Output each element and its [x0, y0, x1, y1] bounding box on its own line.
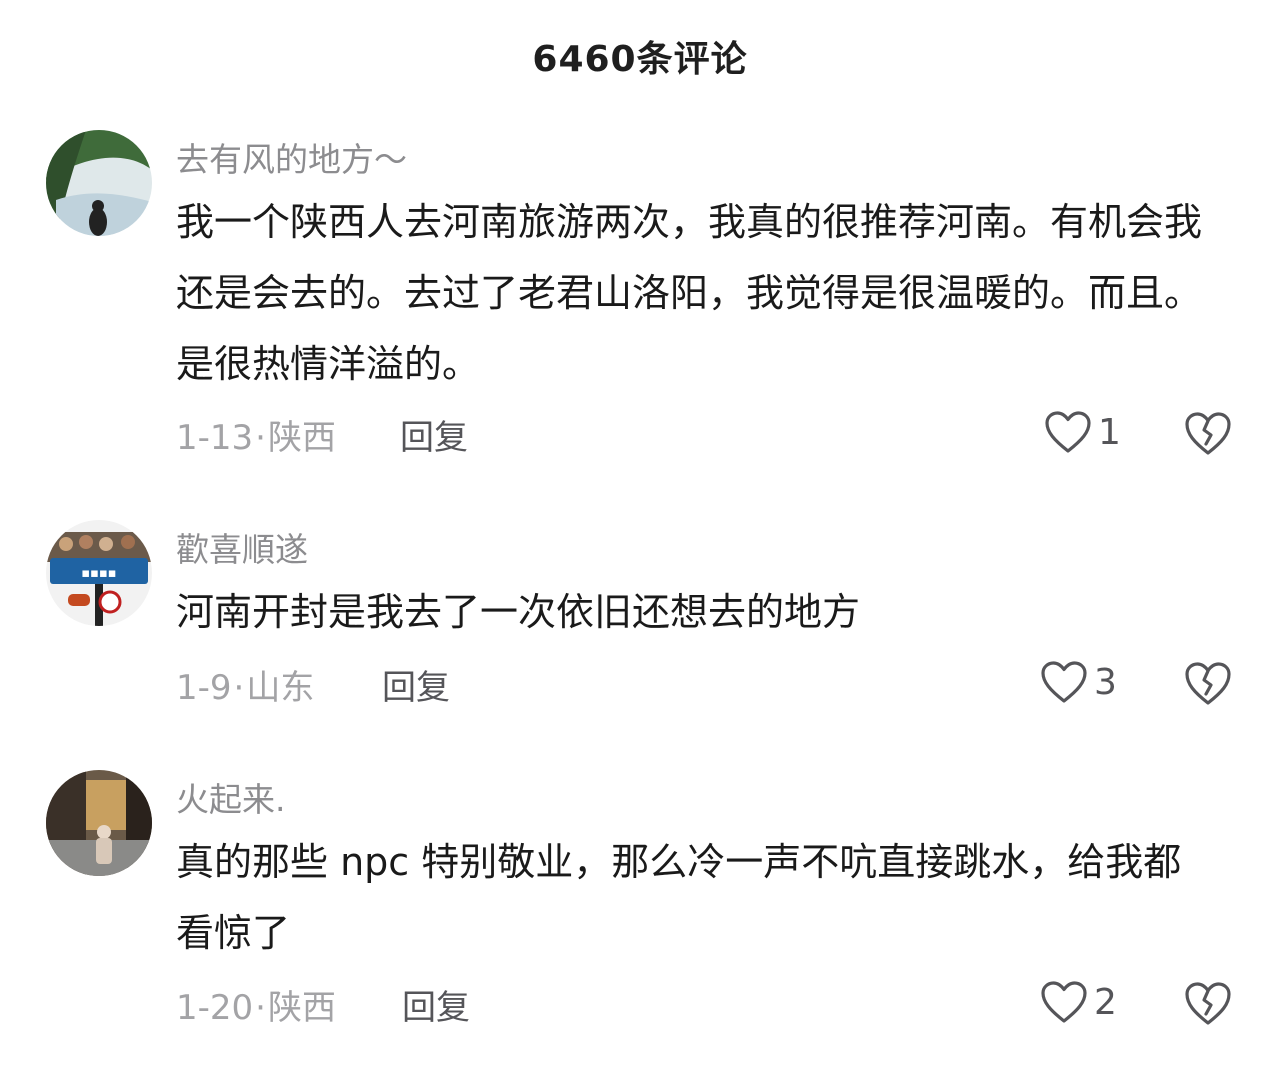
- comment-location: 陕西: [267, 418, 336, 458]
- dislike-button[interactable]: [1184, 660, 1232, 706]
- like-count: 2: [1094, 981, 1117, 1023]
- username[interactable]: 去有风的地方～: [176, 133, 407, 181]
- reply-button[interactable]: 回复: [382, 660, 450, 709]
- reply-button[interactable]: 回复: [400, 410, 468, 459]
- dislike-button[interactable]: [1184, 980, 1232, 1026]
- comment-date: 1-9: [176, 668, 232, 708]
- like-button[interactable]: 2: [1040, 980, 1117, 1024]
- comment-date: 1-20: [176, 988, 254, 1028]
- like-count: 1: [1098, 411, 1121, 453]
- heart-outline-icon: [1041, 981, 1087, 1023]
- svg-text:▪▪▪▪: ▪▪▪▪: [81, 566, 116, 581]
- broken-heart-icon: [1185, 982, 1231, 1025]
- broken-heart-icon: [1185, 662, 1231, 705]
- heart-outline-icon: [1041, 661, 1087, 703]
- comment-meta: 1-9·山东: [176, 668, 315, 708]
- like-button[interactable]: 3: [1040, 660, 1117, 704]
- like-button[interactable]: 1: [1044, 410, 1121, 454]
- comment-meta: 1-13·陕西: [176, 418, 336, 458]
- broken-heart-icon: [1185, 412, 1231, 455]
- avatar[interactable]: [46, 770, 152, 876]
- avatar[interactable]: [46, 130, 152, 236]
- comment-text: 我一个陕西人去河南旅游两次，我真的很推荐河南。有机会我还是会去的。去过了老君山洛…: [176, 200, 1203, 386]
- avatar[interactable]: ▪▪▪▪: [46, 520, 152, 626]
- comment-count-title: 6460条评论: [532, 39, 748, 80]
- reply-button[interactable]: 回复: [402, 980, 470, 1029]
- dislike-button[interactable]: [1184, 410, 1232, 456]
- username[interactable]: 火起来.: [176, 773, 286, 821]
- comment-text: 河南开封是我去了一次依旧还想去的地方: [176, 590, 861, 634]
- comment-location: 山东: [246, 668, 315, 708]
- comment-date: 1-13: [176, 418, 254, 458]
- comment-location: 陕西: [267, 988, 336, 1028]
- like-count: 3: [1094, 661, 1117, 703]
- heart-outline-icon: [1045, 411, 1091, 453]
- username[interactable]: 歡喜順遂: [176, 523, 308, 571]
- comment-text: 真的那些 npc 特别敬业，那么冷一声不吭直接跳水，给我都看惊了: [176, 840, 1182, 955]
- comment-meta: 1-20·陕西: [176, 988, 336, 1028]
